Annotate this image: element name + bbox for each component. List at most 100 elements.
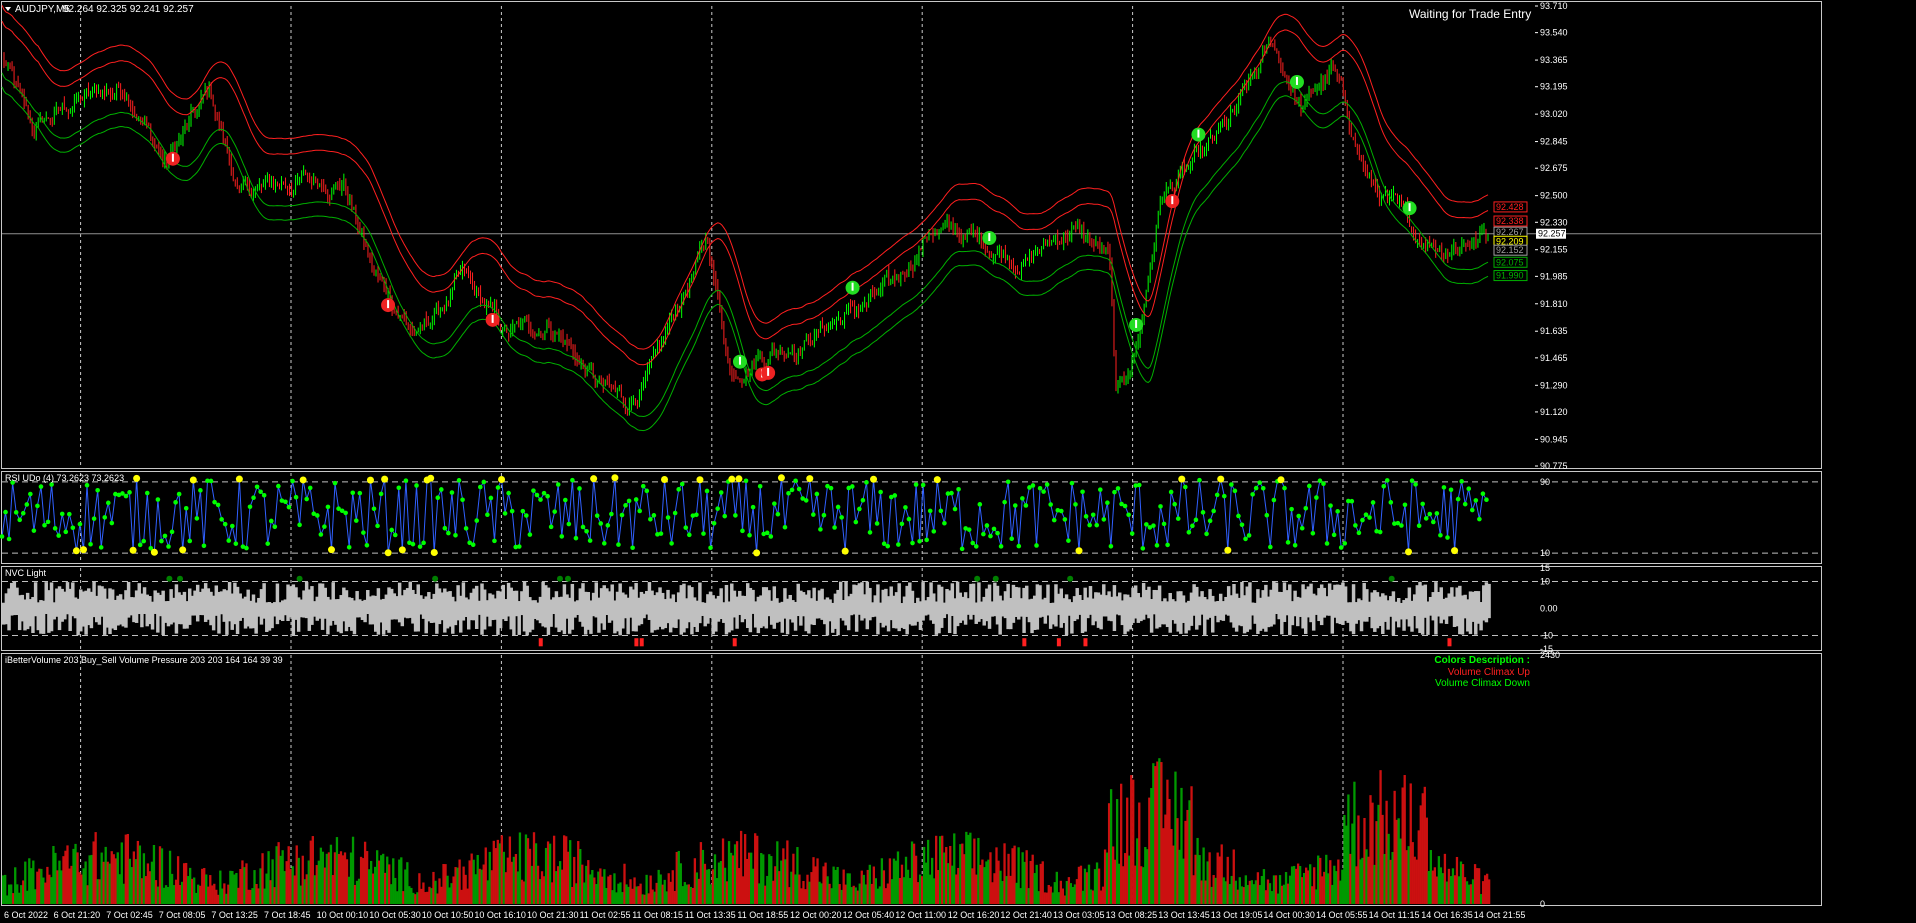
rsi-point — [463, 526, 469, 531]
volume-bar — [1111, 846, 1115, 904]
rsi-point — [1399, 523, 1404, 528]
volume-bar — [307, 860, 310, 904]
volume-bar — [1272, 875, 1276, 904]
rsi-point — [1048, 502, 1053, 507]
volume-bar — [398, 859, 401, 904]
volume-bar — [315, 865, 318, 904]
rsi-point — [601, 541, 607, 546]
volume-bar — [516, 871, 520, 904]
volume-bar — [1266, 879, 1270, 904]
rsi-point — [297, 522, 302, 528]
volume-bar — [854, 887, 857, 904]
volume-bar — [971, 868, 974, 904]
rsi-point — [1289, 506, 1294, 512]
volume-bar — [1307, 870, 1310, 904]
volume-bar — [1204, 880, 1207, 904]
rsi-point — [1172, 501, 1177, 507]
rsi-point — [864, 480, 869, 485]
volume-bar — [251, 888, 254, 904]
nvc-up-marker — [296, 575, 303, 582]
rsi-point — [1413, 482, 1418, 487]
volume-bar — [647, 893, 650, 904]
volume-bar — [335, 837, 339, 904]
volume-bar — [540, 871, 544, 904]
rsi-point — [421, 540, 426, 546]
volume-bar — [665, 891, 668, 904]
volume-bar — [211, 885, 214, 904]
volume-bar — [1250, 880, 1254, 904]
volume-bar — [263, 888, 266, 904]
volume-bar — [440, 886, 443, 904]
rsi-point — [1097, 487, 1103, 492]
price-tick-label: 93.020 — [1540, 109, 1568, 119]
rsi-point — [906, 516, 912, 522]
volume-bar — [434, 880, 437, 904]
rsi-point — [1299, 525, 1305, 531]
volume-bar — [1093, 869, 1097, 904]
rsi-point — [127, 490, 132, 495]
volume-bar — [293, 875, 296, 904]
volume-bar — [1138, 802, 1141, 904]
rsi-point — [1090, 512, 1096, 518]
nvc-down-marker — [634, 638, 639, 647]
volume-bar — [259, 868, 262, 904]
signal-arrow-stem — [491, 314, 494, 323]
volume-bar — [824, 862, 827, 904]
nvc-tick-label: 15 — [1540, 563, 1550, 573]
volume-bar — [1461, 864, 1465, 904]
volume-bar — [1226, 856, 1229, 904]
volume-bar — [80, 874, 83, 904]
volume-bar — [78, 872, 81, 904]
nvc-up-marker — [166, 575, 173, 582]
volume-bar — [597, 871, 600, 904]
volume-bar — [102, 861, 105, 904]
volume-bar — [1202, 847, 1205, 904]
rsi-extreme-point — [1405, 548, 1413, 556]
time-tick-label: 12 Oct 05:40 — [843, 910, 895, 920]
volume-bar — [1232, 849, 1235, 904]
volume-bar — [100, 852, 103, 904]
rsi-point — [1480, 491, 1486, 496]
volume-bar — [663, 879, 666, 904]
volume-bar — [1393, 790, 1396, 904]
volume-bar — [1435, 876, 1439, 904]
rsi-point — [1409, 478, 1415, 483]
volume-bar — [86, 885, 89, 904]
volume-bar — [488, 851, 491, 904]
rsi-point — [1122, 503, 1128, 509]
rsi-point — [867, 530, 873, 535]
volume-bar — [152, 844, 156, 904]
volume-bar — [788, 887, 791, 904]
time-tick-label: 11 Oct 18:55 — [737, 910, 788, 920]
volume-bar — [967, 834, 970, 904]
volume-bar — [906, 869, 910, 904]
volume-bar — [378, 860, 381, 904]
rsi-point — [105, 500, 111, 506]
rsi-point — [1002, 499, 1007, 505]
rsi-point — [648, 516, 653, 522]
band-value-label: 92.338 — [1496, 216, 1524, 226]
volume-bar — [661, 884, 664, 904]
volume-bar — [681, 886, 684, 904]
volume-bar — [832, 866, 835, 904]
rsi-extreme-point — [1451, 547, 1459, 555]
volume-bar — [993, 873, 996, 904]
volume-bar — [1190, 786, 1193, 904]
volume-bar — [277, 842, 280, 904]
volume-bar — [14, 867, 17, 904]
volume-bar — [1347, 794, 1350, 904]
rsi-point — [485, 512, 490, 518]
volume-bar — [56, 870, 59, 904]
volume-bar — [1224, 881, 1227, 904]
rsi-extreme-point — [327, 546, 335, 554]
volume-bar — [20, 885, 23, 904]
time-tick-label: 13 Oct 13:45 — [1158, 910, 1210, 920]
volume-bar — [341, 855, 345, 904]
volume-bar — [12, 893, 15, 904]
rsi-point — [559, 534, 565, 539]
volume-bar — [653, 891, 656, 904]
nvc-up-marker — [992, 575, 999, 582]
volume-bar — [359, 856, 363, 904]
rsi-point — [77, 521, 83, 527]
band-value-label: 92.428 — [1496, 202, 1524, 212]
